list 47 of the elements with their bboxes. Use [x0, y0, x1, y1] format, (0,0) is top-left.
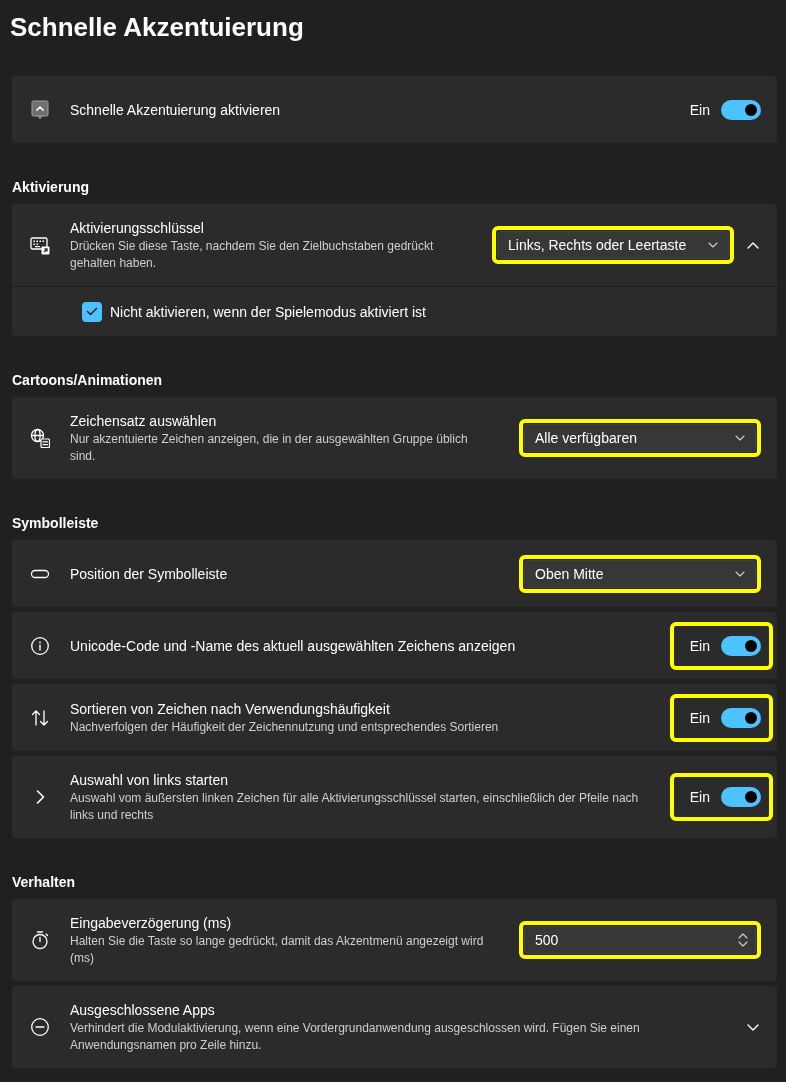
setting-description: Verhindert die Modulaktivierung, wenn eine Vordergrundanwendung ausgeschlossen wird. Fügen Sie einen Anwendungsnamen pro Zeile hinzu.	[70, 1020, 641, 1054]
setting-title: Ausgeschlossene Apps	[70, 1001, 216, 1020]
toggle-state-label: Ein	[689, 100, 710, 120]
chevron-down-icon	[708, 242, 718, 248]
toggle-switch[interactable]	[721, 635, 761, 656]
section-header: Aktivierung	[12, 178, 89, 197]
dropdown[interactable]: Oben Mitte	[524, 559, 756, 588]
chevron-down-icon	[747, 1023, 759, 1031]
setting-description: Nachverfolgen der Häufigkeit der Zeichennutzung und entsprechendes Sortieren	[70, 719, 500, 736]
setting-title: Auswahl von links starten	[70, 771, 229, 790]
chevron-down-icon	[735, 435, 745, 441]
setting-title: Schnelle Akzentuierung aktivieren	[70, 100, 282, 120]
section-header: Verhalten	[12, 873, 76, 892]
toggle-state-label: Ein	[689, 708, 710, 728]
dropdown[interactable]: Links, Rechts oder Leertaste	[497, 231, 729, 259]
globe-icon	[30, 428, 50, 448]
setting-title: Position der Symbolleiste	[70, 564, 229, 584]
toggle-switch[interactable]	[721, 99, 761, 120]
chevron-bubble-icon	[30, 99, 50, 120]
spin-arrows-icon[interactable]	[738, 932, 748, 948]
stopwatch-icon	[30, 930, 50, 950]
info-icon	[30, 635, 50, 656]
dropdown[interactable]: Alle verfügbaren	[524, 424, 756, 452]
setting-title: Aktivierungsschlüssel	[70, 219, 205, 238]
checkbox-label: Nicht aktivieren, wenn der Spielemodus aktiviert ist	[110, 302, 426, 322]
setting-title: Unicode-Code und -Name des aktuell ausgewählten Zeichens anzeigen	[70, 636, 517, 656]
toggle-switch[interactable]	[721, 707, 761, 728]
section-header: Cartoons/Animationen	[12, 371, 163, 390]
setting-description: Auswahl vom äußersten linken Zeichen für alle Aktivierungsschlüssel starten, einschließlich der Pfeile nach links und rechts	[70, 790, 640, 824]
toggle-switch[interactable]	[721, 787, 761, 807]
toggle-state-label: Ein	[689, 636, 710, 656]
setting-description: Drücken Sie diese Taste, nachdem Sie den Zielbuchstaben gedrückt gehalten haben.	[70, 238, 435, 272]
chevron-down-icon	[735, 570, 745, 577]
page-title: Schnelle Akzentuierung	[10, 11, 304, 44]
setting-title: Zeichensatz auswählen	[70, 412, 218, 431]
number-field[interactable]: 500	[524, 926, 756, 954]
setting-description: Halten Sie die Taste so lange gedrückt, damit das Akzentmenü angezeigt wird (ms)	[70, 933, 485, 967]
checkmark-icon	[86, 307, 98, 316]
setting-title: Eingabeverzögerung (ms)	[70, 914, 233, 933]
checkbox[interactable]	[82, 301, 102, 322]
minus-circle-icon	[30, 1017, 50, 1037]
setting-description: Nur akzentuierte Zeichen anzeigen, die in der ausgewählten Gruppe üblich sind.	[70, 431, 469, 465]
section-header: Symbolleiste	[12, 514, 99, 533]
chevron-up-icon	[747, 241, 759, 249]
keyboard-icon	[30, 235, 50, 255]
setting-title: Sortieren von Zeichen nach Verwendungshäufigkeit	[70, 700, 391, 719]
toggle-state-label: Ein	[689, 788, 710, 807]
